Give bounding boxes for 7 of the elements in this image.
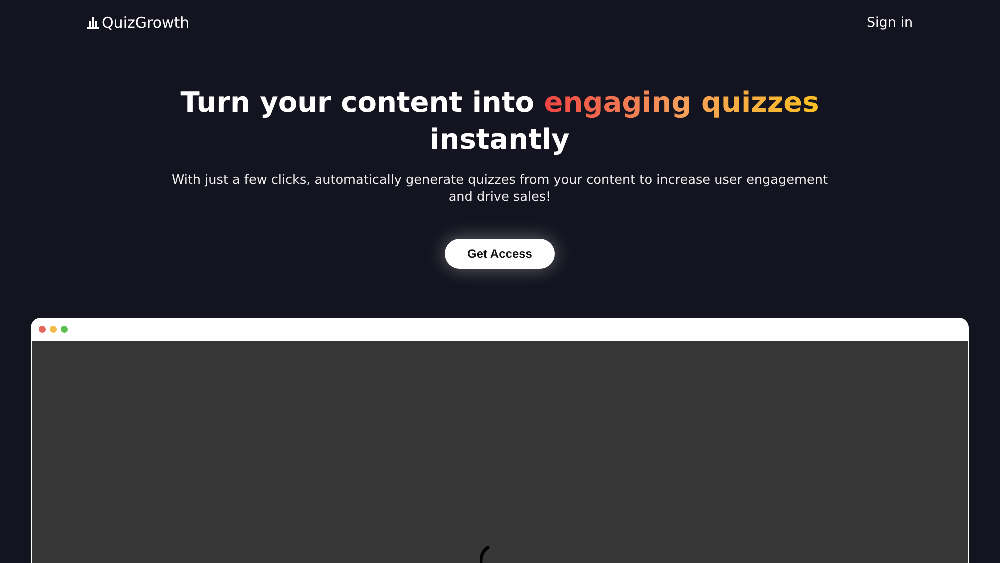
brand-name: QuizGrowth bbox=[102, 14, 190, 32]
hero-subtitle: With just a few clicks, automatically generate quizzes from your content to increase user engagement and drive sales! bbox=[170, 172, 829, 206]
spinner-icon bbox=[480, 546, 490, 563]
logo-icon bbox=[87, 17, 99, 29]
get-access-button[interactable]: Get Access bbox=[444, 239, 556, 269]
sign-in-link[interactable]: Sign in bbox=[866, 15, 913, 31]
hero-heading: Turn your content into engaging quizzes instantly bbox=[180, 85, 820, 158]
